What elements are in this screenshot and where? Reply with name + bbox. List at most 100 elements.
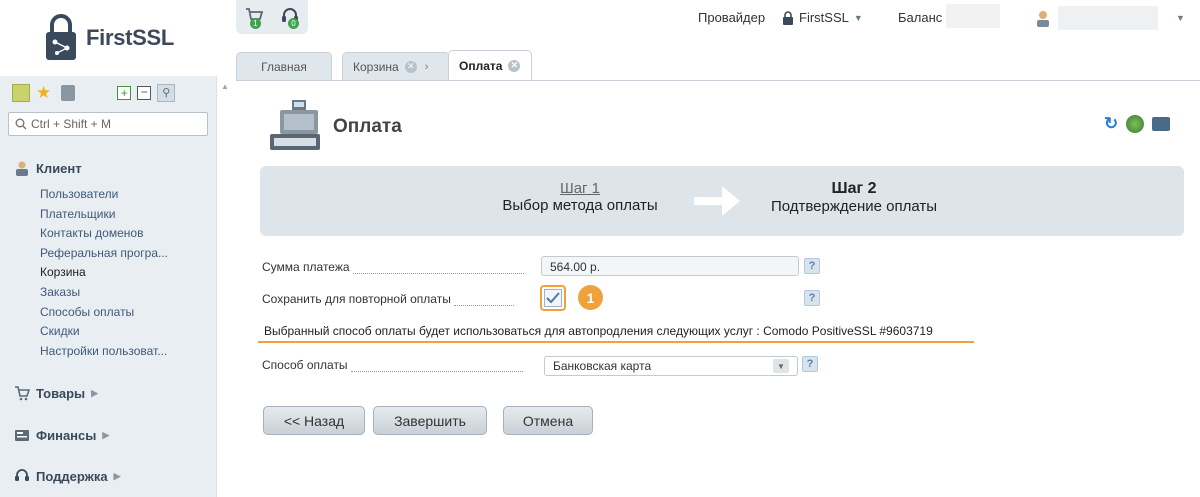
headset-icon bbox=[15, 469, 29, 481]
sidebar-item-cart[interactable]: Корзина bbox=[40, 265, 86, 279]
star-icon[interactable]: ★ bbox=[36, 84, 51, 102]
balance-value-blurred bbox=[946, 4, 1000, 28]
cash-register-icon bbox=[270, 100, 320, 150]
highlight-underline bbox=[258, 341, 974, 343]
cart-icon bbox=[15, 386, 30, 401]
user-avatar-icon bbox=[1037, 11, 1049, 27]
provider-label: Провайдер bbox=[698, 10, 766, 25]
chevron-down-icon: ▼ bbox=[1176, 13, 1185, 23]
section-title: Клиент bbox=[36, 160, 82, 176]
finish-button[interactable]: Завершить bbox=[373, 406, 487, 435]
sidebar-item-domain-contacts[interactable]: Контакты доменов bbox=[40, 226, 143, 240]
pin-icon[interactable]: ⚲ bbox=[157, 84, 176, 102]
support-badge: 0 bbox=[288, 17, 299, 29]
step-1-number[interactable]: Шаг 1 bbox=[460, 180, 700, 197]
provider-value: FirstSSL bbox=[799, 10, 849, 25]
tab-home[interactable]: Главная bbox=[236, 52, 332, 80]
balance-label: Баланс bbox=[898, 10, 943, 25]
step-marker: 1 bbox=[578, 285, 603, 310]
tab-divider bbox=[236, 80, 1200, 81]
chevron-right-icon: ▶ bbox=[113, 470, 121, 481]
sidebar: ★ + − ⚲ Ctrl + Shift + M Клиент Пользова… bbox=[0, 76, 216, 497]
search-placeholder: Ctrl + Shift + M bbox=[31, 117, 112, 131]
section-title: Финансы bbox=[36, 427, 97, 443]
save-checkbox[interactable] bbox=[540, 285, 566, 311]
tab-cart[interactable]: Корзина ✕ › bbox=[342, 52, 450, 80]
close-icon[interactable]: ✕ bbox=[508, 59, 521, 72]
dotted-leader bbox=[352, 264, 524, 274]
logo[interactable]: FirstSSL bbox=[44, 14, 174, 62]
steps-panel: Шаг 1 Выбор метода оплаты Шаг 2 Подтверж… bbox=[260, 166, 1184, 236]
clipboard-icon[interactable] bbox=[61, 85, 76, 101]
logo-text: FirstSSL bbox=[86, 25, 175, 50]
tab-payment[interactable]: Оплата ✕ bbox=[448, 50, 532, 80]
user-name-blurred bbox=[1058, 6, 1158, 30]
save-label-text: Сохранить для повторной оплаты bbox=[262, 292, 451, 306]
cart-button[interactable]: 1 bbox=[244, 6, 264, 29]
page-title: Оплата bbox=[333, 116, 402, 137]
sidebar-item-users[interactable]: Пользователи bbox=[40, 187, 118, 201]
sidebar-item-discounts[interactable]: Скидки bbox=[40, 324, 80, 338]
chevron-right-icon: ▶ bbox=[91, 387, 99, 398]
back-button[interactable]: << Назад bbox=[263, 406, 365, 435]
quick-icons: 1 0 bbox=[236, 0, 308, 34]
help-icon[interactable]: ? bbox=[802, 356, 818, 372]
amount-label-text: Сумма платежа bbox=[262, 260, 350, 274]
arrow-right-icon bbox=[694, 186, 740, 216]
section-client[interactable]: Клиент bbox=[14, 160, 82, 176]
section-title: Товары bbox=[36, 385, 86, 401]
sidebar-scrollbar[interactable]: ▲ bbox=[216, 76, 236, 497]
chevron-right-icon: ▶ bbox=[102, 429, 110, 440]
search-icon bbox=[15, 118, 27, 130]
sidebar-item-payers[interactable]: Плательщики bbox=[40, 207, 115, 221]
section-support[interactable]: Поддержка ▶ bbox=[14, 468, 121, 484]
section-goods[interactable]: Товары ▶ bbox=[14, 385, 98, 401]
method-label: Способ оплаты bbox=[262, 358, 523, 372]
sidebar-item-referral[interactable]: Реферальная програ... bbox=[40, 246, 168, 260]
dotted-leader bbox=[453, 296, 514, 306]
chevron-down-icon: ▼ bbox=[853, 12, 863, 23]
save-label: Сохранить для повторной оплаты bbox=[262, 292, 514, 306]
payment-method-value: Банковская карта bbox=[553, 359, 652, 373]
globe-icon[interactable] bbox=[1126, 115, 1145, 133]
sidebar-item-payment-methods[interactable]: Способы оплаты bbox=[40, 305, 134, 319]
step-1[interactable]: Шаг 1 Выбор метода оплаты bbox=[460, 180, 700, 214]
chevron-down-icon: ▼ bbox=[773, 359, 789, 373]
scroll-up-icon[interactable]: ▲ bbox=[221, 82, 229, 91]
menu-search-input[interactable]: Ctrl + Shift + M bbox=[8, 112, 208, 136]
support-button[interactable]: 0 bbox=[280, 6, 300, 29]
payment-method-select[interactable]: Банковская карта ▼ bbox=[544, 356, 798, 376]
step-2-label: Подтверждение оплаты bbox=[770, 198, 938, 215]
step-2: Шаг 2 Подтверждение оплаты bbox=[740, 180, 968, 215]
cancel-button[interactable]: Отмена bbox=[503, 406, 593, 435]
close-icon[interactable]: ✕ bbox=[404, 60, 417, 73]
help-icon[interactable]: ? bbox=[804, 258, 820, 274]
chevron-right-icon: › bbox=[424, 60, 429, 73]
checkbox-box bbox=[544, 289, 562, 307]
finance-icon bbox=[15, 430, 29, 441]
sidebar-item-orders[interactable]: Заказы bbox=[40, 285, 80, 299]
client-icon bbox=[16, 161, 28, 176]
api-icon[interactable] bbox=[1152, 117, 1171, 131]
step-2-number: Шаг 2 bbox=[831, 180, 877, 197]
tab-label: Оплата bbox=[459, 58, 503, 73]
user-menu[interactable]: ▼ bbox=[1034, 6, 1185, 30]
dotted-leader bbox=[350, 362, 523, 372]
provider-select[interactable]: FirstSSL ▼ bbox=[782, 10, 863, 25]
check-icon bbox=[546, 292, 560, 304]
tree-view-icon[interactable] bbox=[12, 84, 30, 102]
section-title: Поддержка bbox=[36, 468, 108, 484]
refresh-icon[interactable]: ↻ bbox=[1104, 114, 1118, 134]
sidebar-item-user-settings[interactable]: Настройки пользоват... bbox=[40, 344, 167, 358]
expand-all-icon[interactable]: + bbox=[117, 86, 132, 100]
top-bar: FirstSSL 1 0 Провайдер FirstSSL ▼ Баланс bbox=[0, 0, 1200, 60]
page-actions: ↻ bbox=[1104, 114, 1171, 134]
tab-label: Главная bbox=[261, 59, 307, 74]
section-finance[interactable]: Финансы ▶ bbox=[14, 427, 109, 443]
lock-logo-icon bbox=[46, 14, 76, 60]
collapse-all-icon[interactable]: − bbox=[137, 86, 152, 100]
step-1-label: Выбор метода оплаты bbox=[502, 197, 658, 214]
autorenew-info-text: Выбранный способ оплаты будет использова… bbox=[264, 324, 933, 338]
amount-field[interactable]: 564.00 р. bbox=[541, 256, 799, 276]
help-icon[interactable]: ? bbox=[804, 290, 820, 306]
